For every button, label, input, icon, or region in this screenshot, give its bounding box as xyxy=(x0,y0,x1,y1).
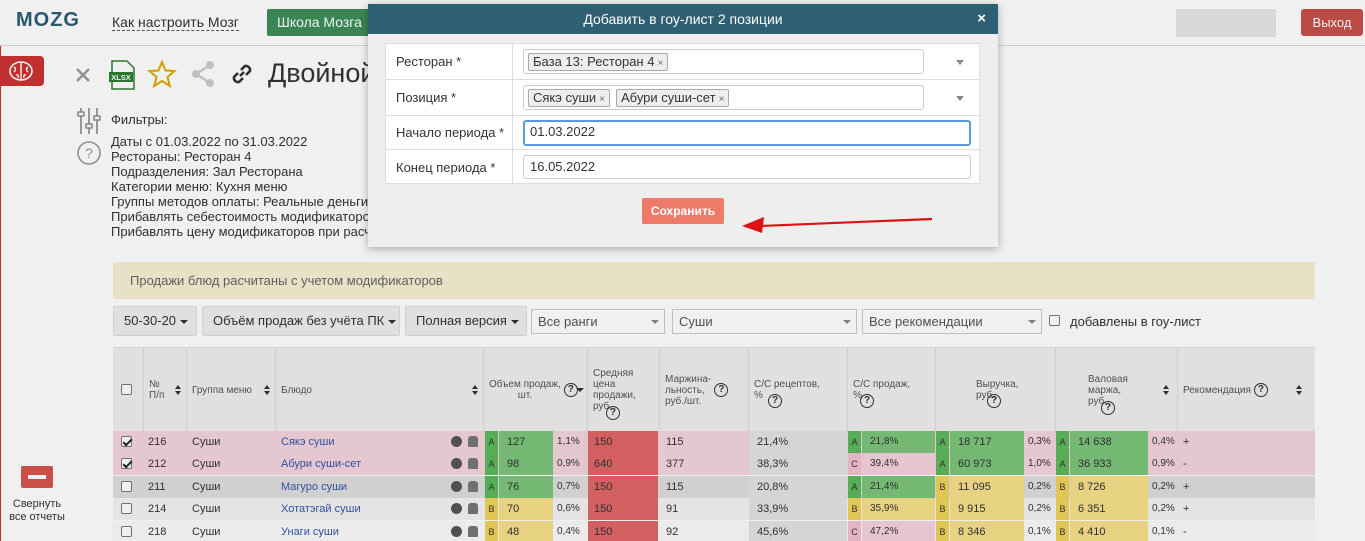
restaurant-select[interactable]: База 13: Ресторан 4 × xyxy=(523,49,924,74)
position-select[interactable]: Сякэ суши × Абури суши-сет × xyxy=(523,85,924,110)
start-label: Начало периода * xyxy=(386,116,513,149)
modal-title: Добавить в гоу-лист 2 позиции xyxy=(583,11,783,27)
end-date-input[interactable]: 16.05.2022 xyxy=(523,155,971,179)
restaurant-label: Ресторан * xyxy=(386,44,513,79)
position-row: Позиция * Сякэ суши × Абури суши-сет × xyxy=(386,80,979,116)
close-icon[interactable]: × xyxy=(977,10,986,28)
chevron-down-icon[interactable] xyxy=(956,60,964,65)
tag-remove-icon[interactable]: × xyxy=(719,94,725,105)
position-tag: Абури суши-сет × xyxy=(616,89,730,107)
tag-remove-icon[interactable]: × xyxy=(599,94,605,105)
end-label: Конец периода * xyxy=(386,150,513,184)
chevron-down-icon[interactable] xyxy=(956,96,964,101)
end-row: Конец периода * 16.05.2022 xyxy=(386,150,979,184)
tag-remove-icon[interactable]: × xyxy=(657,58,663,69)
modal-header: Добавить в гоу-лист 2 позиции × xyxy=(368,4,998,34)
position-tag: Сякэ суши × xyxy=(528,89,611,107)
modal-form: Ресторан * База 13: Ресторан 4 × Позиция … xyxy=(385,43,980,184)
restaurant-row: Ресторан * База 13: Ресторан 4 × xyxy=(386,44,979,80)
start-row: Начало периода * 01.03.2022 xyxy=(386,116,979,150)
red-arrow-annotation xyxy=(742,217,933,233)
save-button[interactable]: Сохранить xyxy=(642,198,724,224)
restaurant-tag: База 13: Ресторан 4 × xyxy=(528,53,669,71)
app-root: MOZG Как настроить Мозг Школа Мозга Выхо… xyxy=(0,0,1365,541)
start-date-input[interactable]: 01.03.2022 xyxy=(523,120,971,146)
position-label: Позиция * xyxy=(386,80,513,115)
